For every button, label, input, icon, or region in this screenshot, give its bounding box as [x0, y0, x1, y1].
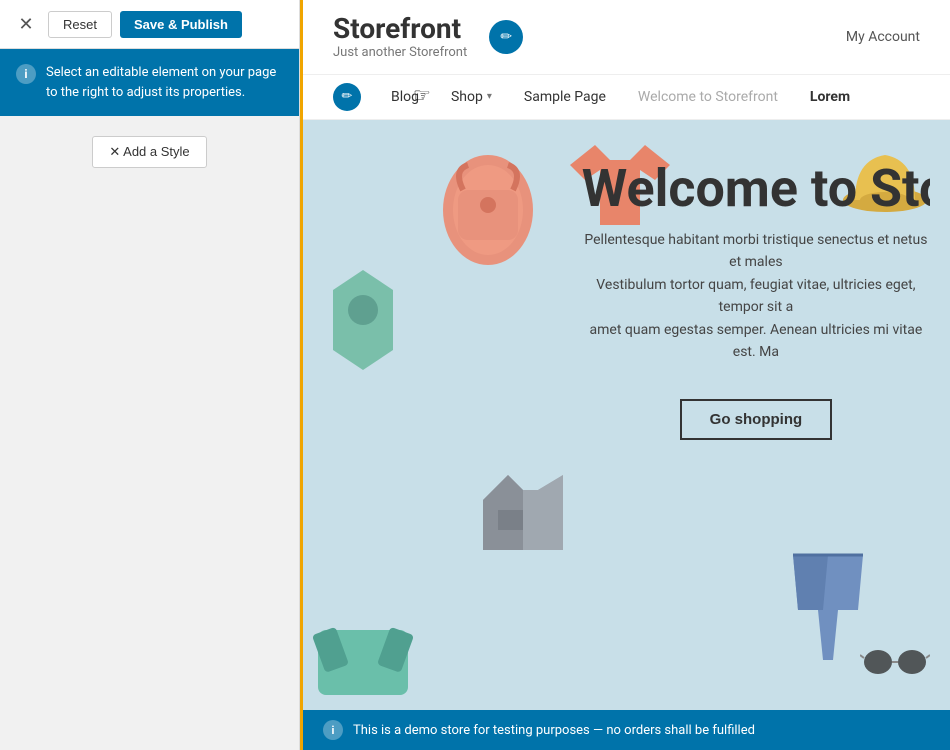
header-right: My Account	[846, 29, 920, 45]
reset-button[interactable]: Reset	[48, 11, 112, 38]
toolbar: ✕ Reset Save & Publish	[0, 0, 299, 49]
save-publish-button[interactable]: Save & Publish	[120, 11, 242, 38]
nav-item-welcome[interactable]: Welcome to Storefront	[622, 75, 794, 119]
hero-text-area: Welcome to Store Pellentesque habitant m…	[562, 140, 950, 461]
customizer-panel: ✕ Reset Save & Publish i Select an edita…	[0, 0, 300, 750]
pencil-icon: ✏	[500, 29, 512, 45]
bottom-info-text: This is a demo store for testing purpose…	[353, 723, 755, 738]
bottom-info-bar: i This is a demo store for testing purpo…	[303, 710, 950, 750]
add-style-button[interactable]: ✕ Add a Style	[92, 136, 206, 168]
hero-title: Welcome to Store	[582, 160, 930, 217]
close-icon: ✕	[18, 14, 33, 35]
nav-items: Blog Shop ▾ Sample Page Welcome to Store…	[375, 75, 866, 119]
site-title-edit-button[interactable]: ✏	[489, 20, 523, 54]
go-shopping-button[interactable]: Go shopping	[680, 399, 832, 440]
site-title-block: Storefront Just another Storefront	[333, 14, 467, 60]
site-tagline: Just another Storefront	[333, 45, 467, 60]
nav-edit-button[interactable]: ✏	[333, 83, 361, 111]
nav-pencil-icon: ✏	[342, 89, 353, 104]
nav-item-shop[interactable]: Shop ▾	[435, 75, 508, 119]
info-icon: i	[16, 64, 36, 84]
hero-body-text: Pellentesque habitant morbi tristique se…	[582, 229, 930, 363]
site-title: Storefront	[333, 14, 467, 45]
storefront-preview: Storefront Just another Storefront ✏ My …	[300, 0, 950, 750]
info-text: Select an editable element on your page …	[46, 63, 283, 102]
nav-label-lorem: Lorem	[810, 89, 850, 105]
site-header: Storefront Just another Storefront ✏ My …	[303, 0, 950, 75]
close-button[interactable]: ✕	[12, 10, 40, 38]
panel-content: ✕ Add a Style	[0, 116, 299, 750]
nav-label-sample: Sample Page	[524, 89, 606, 105]
chevron-down-icon: ▾	[487, 91, 492, 102]
my-account-link[interactable]: My Account	[846, 29, 920, 45]
hero-section: Welcome to Store Pellentesque habitant m…	[303, 120, 950, 710]
nav-item-sample[interactable]: Sample Page	[508, 75, 622, 119]
cursor-icon: ☞	[413, 83, 431, 107]
nav-item-lorem[interactable]: Lorem	[794, 75, 866, 119]
bottom-info-icon: i	[323, 720, 343, 740]
nav-label-welcome: Welcome to Storefront	[638, 89, 778, 105]
nav-bar: ✏ Blog Shop ▾ Sample Page Welcome to Sto…	[303, 75, 950, 120]
nav-label-shop: Shop	[451, 89, 483, 105]
info-banner: i Select an editable element on your pag…	[0, 49, 299, 116]
